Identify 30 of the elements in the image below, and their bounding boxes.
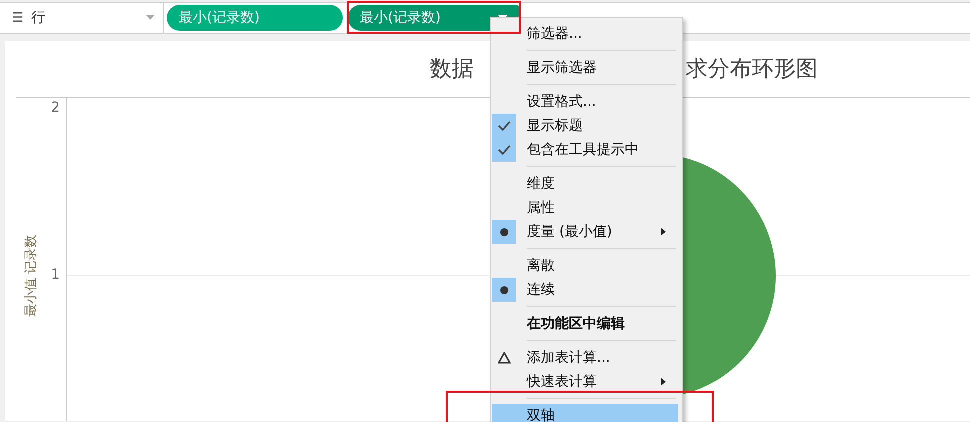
menu-item[interactable]: 包含在工具提示中 [492, 138, 678, 162]
dot-icon [500, 228, 508, 236]
menu-item[interactable]: 维度 [492, 172, 678, 196]
radio-marker[interactable] [492, 220, 516, 244]
menu-item[interactable]: 添加表计算... [492, 346, 678, 370]
menu-item[interactable]: 在功能区中编辑 [492, 312, 678, 336]
menu-item[interactable]: 连续 [492, 278, 678, 302]
chart-title: 数据 [430, 56, 474, 84]
field-pill[interactable]: 最小(记录数) [348, 5, 520, 31]
dot-icon [500, 286, 508, 294]
menu-item[interactable]: 设置格式... [492, 90, 678, 114]
menu-item[interactable]: 显示标题 [492, 114, 678, 138]
chart-title: 求分布环形图 [686, 56, 818, 84]
menu-item[interactable]: 显示筛选器 [492, 56, 678, 80]
shelf-label: 行 [32, 9, 46, 27]
checkbox[interactable] [492, 114, 516, 138]
check-icon [498, 145, 510, 155]
menu-item[interactable]: 离散 [492, 254, 678, 278]
menu-item[interactable]: 快速表计算 [492, 370, 678, 394]
menu-item[interactable]: 属性 [492, 196, 678, 220]
list-icon: ☰ [12, 10, 24, 26]
checkbox[interactable] [492, 138, 516, 162]
menu-item[interactable]: 度量 (最小值) [492, 220, 678, 244]
menu-item[interactable]: 双轴 [492, 404, 678, 422]
axis-tick-label: 2 [51, 100, 60, 116]
triangle-icon [498, 352, 510, 364]
radio-marker[interactable] [492, 278, 516, 302]
axis-tick-label: 1 [51, 267, 60, 283]
check-icon [498, 121, 510, 131]
axis-title: 最小值 记录数 [23, 234, 40, 318]
